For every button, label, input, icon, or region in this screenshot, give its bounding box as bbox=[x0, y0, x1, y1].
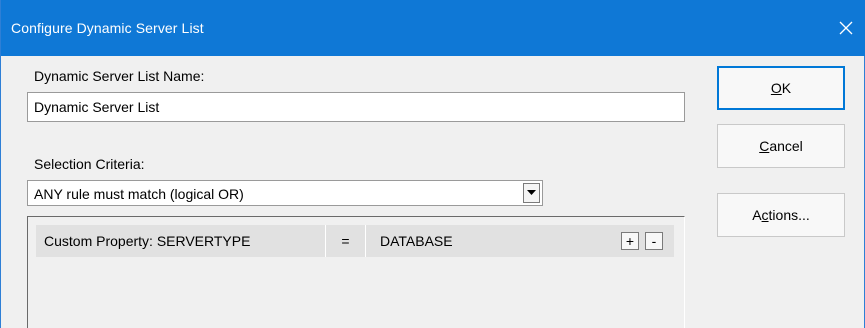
title-bar[interactable]: Configure Dynamic Server List bbox=[1, 0, 865, 56]
selection-criteria-label: Selection Criteria: bbox=[34, 156, 145, 172]
actions-label-after: tions... bbox=[768, 207, 810, 223]
ok-label-rest: K bbox=[781, 80, 792, 96]
rule-row[interactable]: Custom Property: SERVERTYPE = DATABASE +… bbox=[36, 225, 674, 257]
cancel-button[interactable]: Cancel bbox=[717, 124, 845, 168]
close-icon[interactable] bbox=[834, 16, 858, 40]
rules-panel: Custom Property: SERVERTYPE = DATABASE +… bbox=[27, 216, 685, 328]
server-list-name-input[interactable]: Dynamic Server List bbox=[27, 92, 685, 122]
selection-criteria-value: ANY rule must match (logical OR) bbox=[34, 186, 244, 202]
ok-mnemonic: O bbox=[770, 80, 782, 96]
dialog-window: Configure Dynamic Server List Dynamic Se… bbox=[0, 0, 865, 328]
add-rule-button[interactable]: + bbox=[621, 232, 639, 250]
actions-label-before: A bbox=[752, 207, 762, 223]
rule-operator[interactable]: = bbox=[326, 225, 366, 257]
actions-button[interactable]: Ac tions... bbox=[717, 193, 845, 237]
rule-property[interactable]: Custom Property: SERVERTYPE bbox=[36, 225, 326, 257]
selection-criteria-dropdown[interactable]: ANY rule must match (logical OR) bbox=[27, 180, 543, 206]
remove-rule-button[interactable]: - bbox=[645, 232, 663, 250]
dropdown-arrow-icon[interactable] bbox=[523, 183, 540, 203]
name-field-label: Dynamic Server List Name: bbox=[34, 68, 205, 84]
rule-value[interactable]: DATABASE bbox=[366, 225, 616, 257]
ok-button[interactable]: OK bbox=[717, 66, 845, 110]
cancel-mnemonic: C bbox=[759, 138, 770, 154]
window-title: Configure Dynamic Server List bbox=[11, 20, 204, 36]
actions-mnemonic: c bbox=[761, 207, 769, 223]
cancel-label-rest: ancel bbox=[769, 138, 803, 154]
